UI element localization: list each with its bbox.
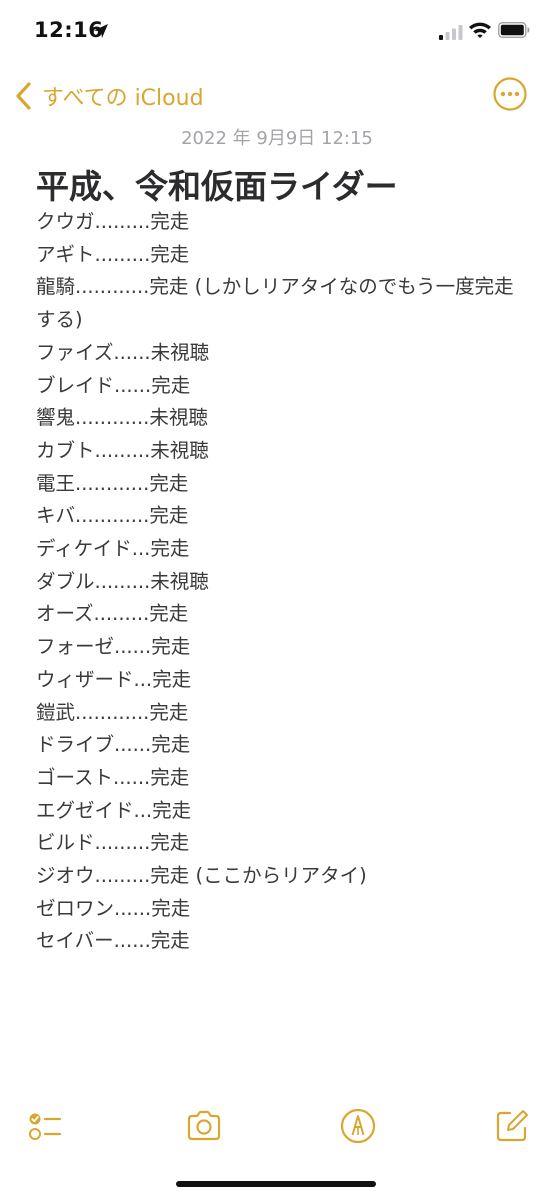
note-line: ドライブ......完走 — [36, 733, 191, 757]
checklist-button[interactable] — [24, 1106, 64, 1146]
note-line: アギト.........完走 — [36, 242, 190, 266]
note-title[interactable]: 平成、令和仮面ライダー — [36, 160, 398, 208]
note-line: ファイズ......未視聴 — [36, 340, 210, 364]
note-line: 響鬼............未視聴 — [36, 406, 208, 430]
wifi-icon — [469, 22, 491, 38]
note-line: キバ............完走 — [36, 504, 189, 528]
note-body[interactable]: クウガ.........完走 アギト.........完走龍騎..........… — [36, 206, 520, 958]
note-line: 龍騎............完走 (しかしリアタイなのでもう一度完走する) — [36, 275, 514, 332]
camera-button[interactable] — [184, 1106, 224, 1146]
more-icon[interactable] — [492, 76, 528, 112]
status-bar: 12:16 — [0, 0, 554, 70]
note-line: クウガ.........完走 — [36, 210, 190, 233]
bottom-toolbar — [0, 1100, 554, 1150]
note-line: ゴースト......完走 — [36, 765, 190, 789]
camera-icon — [187, 1110, 221, 1141]
compose-icon — [496, 1110, 528, 1142]
note-line: セイバー......完走 — [36, 929, 190, 953]
note-line: エグゼイド...完走 — [36, 798, 192, 822]
note-line: 鎧武............完走 — [36, 700, 189, 724]
note-line: カブト.........未視聴 — [36, 438, 209, 462]
signal-icon — [439, 25, 463, 40]
note-line: ジオウ.........完走 (ここからリアタイ) — [36, 864, 367, 888]
compose-button[interactable] — [492, 1106, 532, 1146]
note-line: ディケイド...完走 — [36, 537, 190, 561]
note-line: 電王............完走 — [36, 471, 189, 495]
note-date: 2022 年 9月9日 12:15 — [181, 128, 373, 149]
location-arrow-icon — [94, 24, 108, 38]
nav-bar: すべての iCloud — [0, 72, 554, 120]
chevron-left-icon — [16, 82, 31, 110]
note-line: ビルド.........完走 — [36, 831, 190, 855]
note-line: ゼロワン......完走 — [36, 896, 191, 920]
note-line: オーズ.........完走 — [36, 602, 189, 626]
battery-icon — [498, 22, 530, 38]
back-button-label: すべての iCloud — [42, 86, 204, 111]
note-line: ダブル.........未視聴 — [36, 569, 209, 593]
markup-icon — [340, 1108, 376, 1144]
checklist-icon — [29, 1113, 62, 1140]
note-line: ウィザード...完走 — [36, 667, 192, 691]
markup-button[interactable] — [338, 1106, 378, 1146]
home-indicator — [176, 1181, 376, 1187]
note-line: ブレイド......完走 — [36, 373, 191, 397]
note-line: フォーゼ......完走 — [36, 635, 191, 659]
back-button[interactable]: すべての iCloud — [14, 80, 204, 112]
